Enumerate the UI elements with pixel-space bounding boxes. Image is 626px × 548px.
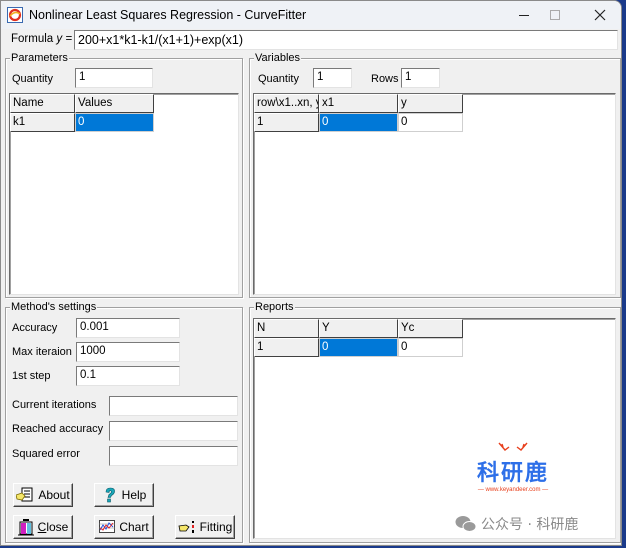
parameters-grid[interactable]: Name Values k1 0 bbox=[9, 93, 239, 295]
var-rows-label: Rows bbox=[371, 73, 399, 85]
report-header-yc[interactable]: Yc bbox=[398, 319, 463, 338]
formula-label: Formula y = bbox=[11, 33, 72, 45]
app-icon bbox=[7, 7, 23, 23]
var-row-x1[interactable]: 0 bbox=[319, 113, 398, 132]
report-header-n[interactable]: N bbox=[254, 319, 319, 338]
watermark-caption: 公众号 · 科研鹿 bbox=[455, 514, 578, 534]
help-button[interactable]: Help bbox=[94, 483, 154, 507]
variables-group: Variables Quantity 1 Rows 1 row\x1..xn, … bbox=[249, 51, 621, 298]
curvefitter-window: Nonlinear Least Squares Regression - Cur… bbox=[0, 0, 622, 546]
reached-accuracy-label: Reached accuracy bbox=[12, 423, 104, 435]
about-button[interactable]: About bbox=[13, 483, 73, 507]
param-row-value[interactable]: 0 bbox=[75, 113, 154, 132]
report-row-n[interactable]: 1 bbox=[254, 338, 319, 357]
max-iteration-label: Max iteraion bbox=[12, 346, 72, 358]
help-question-icon bbox=[105, 487, 115, 503]
about-label: About bbox=[38, 488, 70, 502]
accuracy-label: Accuracy bbox=[12, 322, 58, 334]
close-label: Close bbox=[38, 520, 69, 534]
var-header-x1[interactable]: x1 bbox=[319, 94, 398, 113]
watermark-caption-text: 公众号 · 科研鹿 bbox=[481, 517, 579, 533]
watermark-logo-text: 科研鹿 bbox=[476, 461, 549, 486]
variables-title: Variables bbox=[254, 51, 302, 65]
parameters-title: Parameters bbox=[10, 51, 69, 65]
report-row-y[interactable]: 0 bbox=[319, 338, 398, 357]
method-settings-group: Method's settings Accuracy 0.001 Max ite… bbox=[5, 300, 243, 543]
parameters-group: Parameters Quantity 1 Name Values k1 0 bbox=[5, 51, 243, 298]
var-rows-input[interactable]: 1 bbox=[401, 68, 440, 88]
method-settings-title: Method's settings bbox=[10, 300, 98, 314]
squared-error-field bbox=[109, 446, 238, 466]
door-exit-icon bbox=[17, 519, 34, 536]
fitting-label: Fitting bbox=[199, 520, 233, 534]
report-header-y[interactable]: Y bbox=[319, 319, 398, 338]
report-row-yc[interactable]: 0 bbox=[398, 338, 463, 357]
param-header-values[interactable]: Values bbox=[75, 94, 154, 113]
reports-grid[interactable]: N Y Yc 1 0 0 bbox=[253, 318, 616, 539]
first-step-label: 1st step bbox=[12, 370, 51, 382]
var-header-y[interactable]: y bbox=[398, 94, 463, 113]
window-title: Nonlinear Least Squares Regression - Cur… bbox=[29, 8, 307, 22]
maximize-button[interactable] bbox=[532, 1, 578, 29]
watermark-logo: 科研鹿 — www.keyandeer.com — bbox=[467, 442, 559, 493]
chart-icon bbox=[99, 520, 116, 533]
var-header-row[interactable]: row\x1..xn, y bbox=[254, 94, 319, 113]
help-label: Help bbox=[121, 488, 147, 502]
formula-input[interactable]: 200+x1*k1-k1/(x1+1)+exp(x1) bbox=[74, 30, 618, 50]
param-quantity-label: Quantity bbox=[12, 73, 53, 85]
current-iterations-label: Current iterations bbox=[12, 399, 97, 411]
watermark-url: — www.keyandeer.com — bbox=[477, 487, 549, 493]
current-iterations-field bbox=[109, 396, 238, 416]
minimize-icon bbox=[519, 15, 529, 16]
reports-title: Reports bbox=[254, 300, 295, 314]
reports-group: Reports N Y Yc 1 0 0 bbox=[249, 300, 621, 543]
variables-grid[interactable]: row\x1..xn, y x1 y 1 0 0 bbox=[253, 93, 616, 295]
wechat-icon bbox=[455, 516, 477, 532]
chart-label: Chart bbox=[119, 520, 149, 534]
close-label-rest: lose bbox=[46, 520, 69, 534]
reached-accuracy-field bbox=[109, 421, 238, 441]
fitting-button[interactable]: Fitting bbox=[175, 515, 235, 539]
title-bar: Nonlinear Least Squares Regression - Cur… bbox=[1, 1, 621, 29]
formula-var-label: y = bbox=[56, 33, 73, 45]
param-row-name[interactable]: k1 bbox=[10, 113, 75, 132]
about-icon bbox=[16, 487, 33, 502]
max-iteration-input[interactable]: 1000 bbox=[76, 342, 180, 362]
pointing-hand-icon bbox=[178, 521, 194, 533]
antler-icon bbox=[498, 442, 528, 451]
chart-button[interactable]: Chart bbox=[94, 515, 154, 539]
accuracy-input[interactable]: 0.001 bbox=[76, 318, 180, 338]
first-step-input[interactable]: 0.1 bbox=[76, 366, 180, 386]
maximize-icon bbox=[550, 10, 560, 20]
var-row-index[interactable]: 1 bbox=[254, 113, 319, 132]
param-quantity-input[interactable]: 1 bbox=[75, 68, 153, 88]
close-icon bbox=[594, 9, 606, 21]
param-header-name[interactable]: Name bbox=[10, 94, 75, 113]
close-window-button[interactable] bbox=[577, 1, 621, 29]
var-row-y[interactable]: 0 bbox=[398, 113, 463, 132]
squared-error-label: Squared error bbox=[12, 448, 80, 460]
var-quantity-label: Quantity bbox=[258, 73, 299, 85]
var-quantity-input[interactable]: 1 bbox=[313, 68, 352, 88]
close-button[interactable]: Close bbox=[13, 515, 73, 539]
formula-label-text: Formula bbox=[11, 33, 54, 45]
